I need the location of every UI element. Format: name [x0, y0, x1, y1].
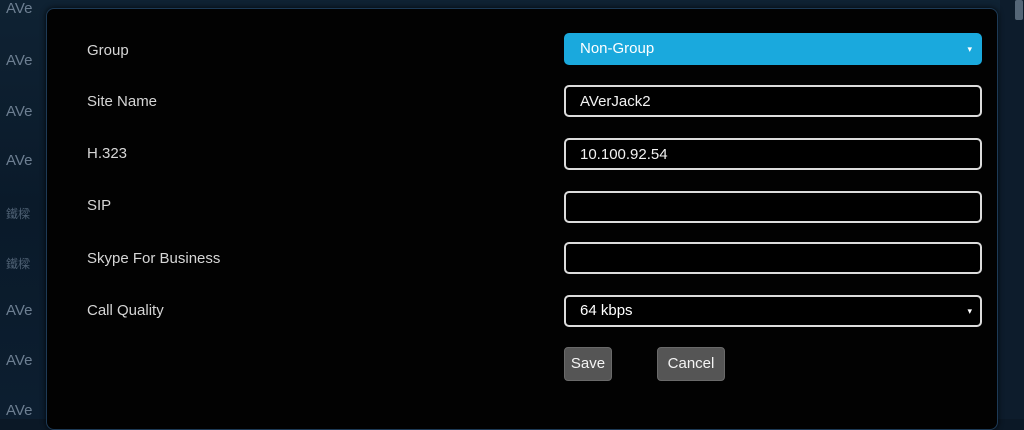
skype-for-business-input[interactable] [564, 242, 982, 274]
background-scrollbar[interactable] [1015, 0, 1023, 20]
background-list-item: 鐵樑 [6, 257, 31, 271]
h323-label: H.323 [87, 145, 128, 162]
save-button[interactable]: Save [564, 347, 612, 381]
background-list-item: AVe [6, 0, 33, 17]
group-label: Group [87, 42, 129, 59]
background-list-item: AVe [6, 152, 33, 169]
cancel-button[interactable]: Cancel [657, 347, 725, 381]
chevron-down-icon: ▾ [967, 306, 972, 316]
sip-input[interactable] [564, 191, 982, 223]
background-list-item: AVe [6, 352, 33, 369]
call-quality-select-value: 64 kbps [580, 302, 633, 319]
background-site-list: AVe AVe AVe AVe 鐵樑 鐵樑 AVe AVe AVe [0, 0, 46, 419]
h323-input[interactable] [564, 138, 982, 170]
group-select[interactable]: Non-Group ▾ [564, 33, 982, 65]
site-name-input[interactable] [564, 85, 982, 117]
background-list-item: AVe [6, 402, 33, 419]
background-list-item: AVe [6, 302, 33, 319]
sip-label: SIP [87, 197, 112, 214]
background-list-item: 鐵樑 [6, 207, 31, 221]
edit-site-dialog: Group Non-Group ▾ Site Name H.323 SIP Sk… [46, 8, 998, 430]
background-right-panel [1000, 0, 1024, 419]
site-name-label: Site Name [87, 93, 158, 110]
chevron-down-icon: ▾ [967, 44, 972, 54]
background-list-item: AVe [6, 103, 33, 120]
background-list-item: AVe [6, 52, 33, 69]
call-quality-select[interactable]: 64 kbps ▾ [564, 295, 982, 327]
group-select-value: Non-Group [580, 40, 655, 57]
skype-for-business-label: Skype For Business [87, 250, 221, 267]
call-quality-label: Call Quality [87, 302, 164, 319]
